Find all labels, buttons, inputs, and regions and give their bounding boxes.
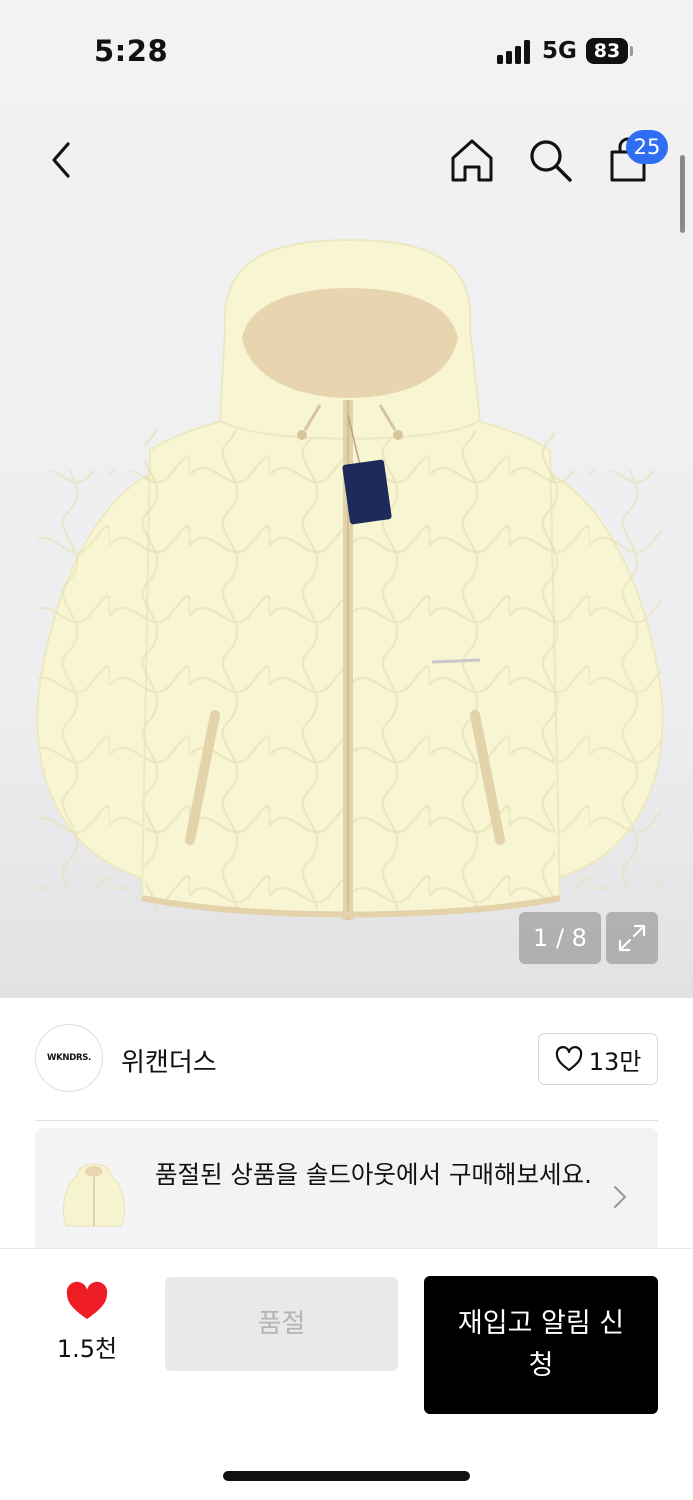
network-label: 5G <box>542 38 577 64</box>
divider <box>35 1120 658 1121</box>
brand-name[interactable]: 위캔더스 <box>121 1042 217 1079</box>
battery-icon: 83 <box>586 38 628 64</box>
banner-thumbnail <box>59 1154 129 1236</box>
chevron-right-icon <box>614 1186 626 1208</box>
back-button[interactable] <box>33 132 89 188</box>
heart-outline-icon <box>555 1046 582 1072</box>
expand-icon <box>618 924 646 952</box>
scrollbar[interactable] <box>680 155 685 233</box>
restock-alert-button[interactable]: 재입고 알림 신청 <box>424 1276 658 1414</box>
home-button[interactable] <box>444 132 500 188</box>
home-indicator[interactable] <box>223 1471 470 1481</box>
image-counter: 1 / 8 <box>519 912 601 964</box>
heart-filled-icon <box>66 1281 108 1319</box>
home-icon <box>451 139 493 182</box>
product-gallery[interactable]: 5:28 5G 83 25 1 / 8 <box>0 0 693 998</box>
banner-text: 품절된 상품을 솔드아웃에서 구매해보세요. <box>155 1160 592 1189</box>
chevron-left-icon <box>52 142 70 178</box>
expand-button[interactable] <box>606 912 658 964</box>
product-image <box>36 238 664 920</box>
brand-like-count: 13만 <box>588 1047 642 1076</box>
brand-logo[interactable]: WKNDRS. <box>35 1024 103 1092</box>
wishlist-button[interactable]: 1.5천 <box>50 1281 124 1364</box>
soldout-button: 품절 <box>165 1277 398 1371</box>
status-time: 5:28 <box>94 34 169 68</box>
battery-tip <box>630 46 633 56</box>
bottom-action-bar: 1.5천 품절 재입고 알림 신청 <box>0 1248 693 1500</box>
brand-row: WKNDRS. 위캔더스 13만 <box>35 1024 658 1094</box>
search-button[interactable] <box>522 132 578 188</box>
status-bar: 5:28 5G 83 <box>0 0 693 100</box>
brand-like-button[interactable]: 13만 <box>538 1033 658 1085</box>
wishlist-count: 1.5천 <box>56 1335 118 1363</box>
search-icon <box>530 140 572 182</box>
cart-count-badge: 25 <box>626 130 668 164</box>
signal-icon <box>497 40 533 64</box>
top-nav <box>0 120 693 200</box>
soldout-market-banner[interactable]: 품절된 상품을 솔드아웃에서 구매해보세요. <box>35 1128 658 1248</box>
